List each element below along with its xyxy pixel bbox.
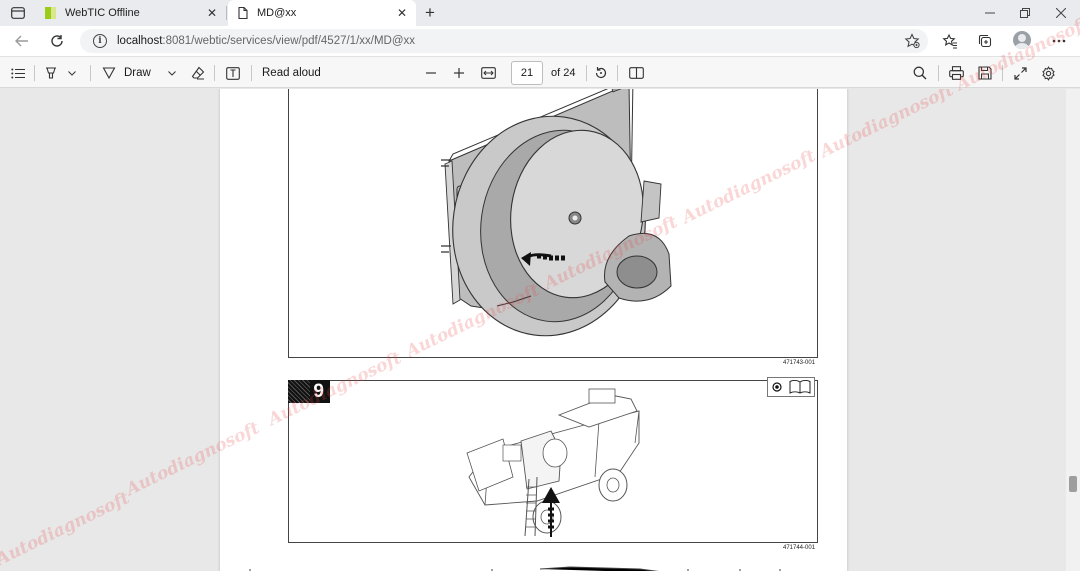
gear-icon[interactable] xyxy=(1038,63,1058,83)
address-bar-row: i localhost:8081/webtic/services/view/pd… xyxy=(0,26,1080,56)
add-favorite-icon[interactable] xyxy=(904,33,920,49)
draw-button[interactable]: Draw xyxy=(102,63,162,83)
read-aloud-label: Read aloud xyxy=(262,67,321,79)
chevron-down-icon[interactable] xyxy=(64,63,80,83)
tab-strip: WebTIC Offline ✕ MD@xx ✕ + xyxy=(0,0,1080,26)
url-host: localhost xyxy=(117,35,163,47)
toolbar-divider xyxy=(214,65,215,81)
webtic-favicon-icon xyxy=(45,7,56,19)
site-info-icon[interactable]: i xyxy=(93,34,107,48)
figure-id: 471743-001 xyxy=(783,360,816,366)
zoom-out-button[interactable] xyxy=(422,63,440,83)
tab-webtic-offline[interactable]: WebTIC Offline ✕ xyxy=(36,0,226,26)
text-box-icon[interactable] xyxy=(223,63,243,83)
save-icon[interactable] xyxy=(975,63,995,83)
restore-button[interactable] xyxy=(1014,3,1036,23)
minimize-button[interactable] xyxy=(979,3,1001,23)
pdf-viewer[interactable]: 471743-001 9 471744-001 Autodiagnosoft A… xyxy=(0,89,1080,571)
close-icon[interactable]: ✕ xyxy=(204,5,220,21)
tab-actions-icon[interactable] xyxy=(8,4,28,22)
scrollbar-thumb[interactable] xyxy=(1069,476,1077,492)
refresh-button[interactable] xyxy=(45,30,69,52)
read-aloud-button[interactable]: Read aloud xyxy=(262,63,324,83)
toolbar-divider xyxy=(617,65,618,81)
page-view-icon[interactable] xyxy=(626,63,646,83)
highlight-icon[interactable] xyxy=(42,63,60,83)
tab-md-xx[interactable]: MD@xx ✕ xyxy=(228,0,416,26)
eraser-icon[interactable] xyxy=(188,63,208,83)
new-tab-button[interactable]: + xyxy=(420,3,440,23)
next-figure-edge xyxy=(249,566,781,571)
book-icon xyxy=(789,380,810,394)
chevron-down-icon[interactable] xyxy=(164,63,180,83)
tab-title: MD@xx xyxy=(257,7,297,19)
back-button[interactable] xyxy=(10,30,34,52)
close-window-button[interactable] xyxy=(1050,3,1072,23)
figure-id: 471744-001 xyxy=(783,545,816,551)
expand-icon[interactable] xyxy=(1010,63,1030,83)
url-path: :8081/webtic/services/view/pdf/4527/1/xx… xyxy=(162,35,416,47)
draw-label: Draw xyxy=(124,67,151,79)
toolbar-divider xyxy=(251,65,252,81)
step-number-badge: 9 xyxy=(288,380,330,403)
close-icon[interactable]: ✕ xyxy=(394,5,410,21)
toolbar-divider xyxy=(34,65,35,81)
print-icon[interactable] xyxy=(946,63,966,83)
draw-icon xyxy=(102,67,116,80)
url-field[interactable]: i localhost:8081/webtic/services/view/pd… xyxy=(80,29,928,53)
toolbar-divider xyxy=(1002,65,1003,81)
toolbar-divider xyxy=(938,65,939,81)
fit-to-width-icon[interactable] xyxy=(478,63,498,83)
profile-avatar[interactable] xyxy=(1013,31,1031,49)
page-count: of 24 xyxy=(551,67,576,79)
tool-indicator xyxy=(767,377,815,397)
page-number-input[interactable]: 21 xyxy=(511,61,543,85)
rotate-icon[interactable] xyxy=(591,63,611,83)
pdf-page: 471743-001 9 471744-001 xyxy=(220,89,847,571)
figure-fan-housing xyxy=(288,89,818,358)
toolbar-divider xyxy=(586,65,587,81)
target-icon xyxy=(771,382,782,392)
settings-more-icon[interactable] xyxy=(1049,31,1069,51)
search-icon[interactable] xyxy=(910,63,930,83)
tab-title: WebTIC Offline xyxy=(65,7,140,19)
document-icon xyxy=(238,6,248,20)
favorites-icon[interactable] xyxy=(940,31,960,51)
tab-divider xyxy=(226,6,227,20)
contents-icon[interactable] xyxy=(8,63,28,83)
watermark-text: Autodiagnosoft xyxy=(0,488,133,570)
harvester-illustration xyxy=(466,388,640,537)
zoom-in-button[interactable] xyxy=(450,63,468,83)
figure-harvester-access xyxy=(288,380,818,543)
vertical-scrollbar[interactable] xyxy=(1066,89,1080,571)
toolbar-divider xyxy=(90,65,91,81)
pdf-toolbar: Draw Read aloud 21 of 24 xyxy=(0,56,1080,88)
collections-icon[interactable] xyxy=(975,31,995,51)
fan-housing-illustration xyxy=(441,89,672,337)
